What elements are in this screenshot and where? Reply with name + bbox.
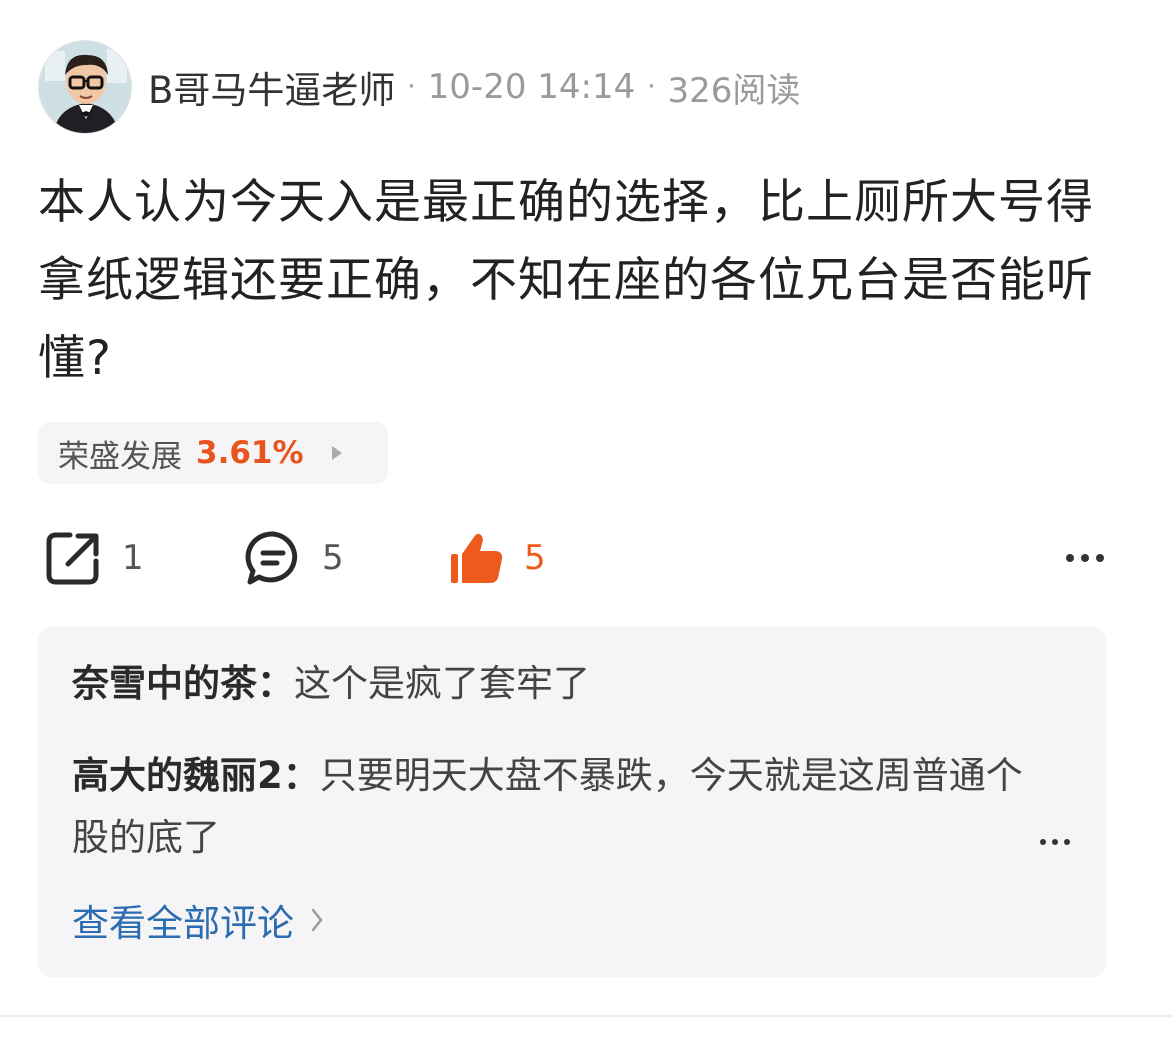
share-button[interactable]: 1	[44, 528, 144, 588]
stock-name: 荣盛发展	[58, 438, 182, 475]
more-dot	[1052, 839, 1058, 845]
more-dot	[1096, 554, 1104, 562]
more-dot	[1081, 554, 1089, 562]
comment-text: 这个是疯了套牢了	[294, 662, 590, 705]
share-count: 1	[122, 538, 144, 578]
stock-change: 3.61%	[196, 435, 304, 471]
more-dot	[1066, 554, 1074, 562]
chevron-right-icon	[311, 908, 323, 932]
comment-icon	[245, 531, 298, 585]
avatar-illustration	[39, 41, 131, 133]
comment-author[interactable]: 奈雪中的茶：	[72, 662, 294, 705]
more-dot	[1040, 839, 1046, 845]
comment-count: 5	[322, 538, 344, 578]
divider	[0, 1015, 1172, 1017]
comment-button[interactable]: 5	[244, 528, 344, 588]
author-name[interactable]: B哥马牛逼老师	[148, 60, 395, 114]
post-time: 10-20 14:14	[427, 67, 636, 107]
thumbs-up-icon	[451, 533, 503, 583]
comment-more-icon[interactable]	[1040, 839, 1070, 845]
avatar[interactable]	[38, 40, 132, 134]
play-arrow-icon	[331, 446, 342, 460]
read-count: 326阅读	[667, 70, 801, 111]
comment-author[interactable]: 高大的魏丽2：	[72, 754, 320, 797]
comment-item[interactable]: 高大的魏丽2：只要明天大盘不暴跌，今天就是这周普通个股的底了	[72, 745, 1032, 869]
comment-item[interactable]: 奈雪中的茶：这个是疯了套牢了	[72, 657, 590, 711]
like-button[interactable]: 5	[448, 528, 546, 588]
like-count: 5	[524, 538, 546, 578]
meta-separator: ·	[647, 72, 656, 102]
comments-panel: 奈雪中的茶：这个是疯了套牢了 高大的魏丽2：只要明天大盘不暴跌，今天就是这周普通…	[38, 627, 1106, 977]
view-all-comments-link[interactable]: 查看全部评论	[72, 893, 324, 947]
post-content: 本人认为今天入是最正确的选择，比上厕所大号得拿纸逻辑还要正确，不知在座的各位兄台…	[38, 175, 1094, 386]
share-icon	[46, 532, 99, 585]
more-dot	[1064, 839, 1070, 845]
stock-tag[interactable]: 荣盛发展 3.61%	[38, 422, 388, 484]
meta-separator: ·	[407, 72, 416, 102]
post-card: B哥马牛逼老师 · 10-20 14:14 · 326阅读 本人认为今天入是最正…	[0, 0, 1172, 1044]
view-all-label: 查看全部评论	[72, 902, 294, 945]
post-meta: B哥马牛逼老师 · 10-20 14:14 · 326阅读	[148, 60, 800, 114]
action-bar: 1 5 5	[44, 528, 1104, 588]
more-icon[interactable]	[1066, 528, 1104, 588]
post-header: B哥马牛逼老师 · 10-20 14:14 · 326阅读	[38, 40, 800, 134]
